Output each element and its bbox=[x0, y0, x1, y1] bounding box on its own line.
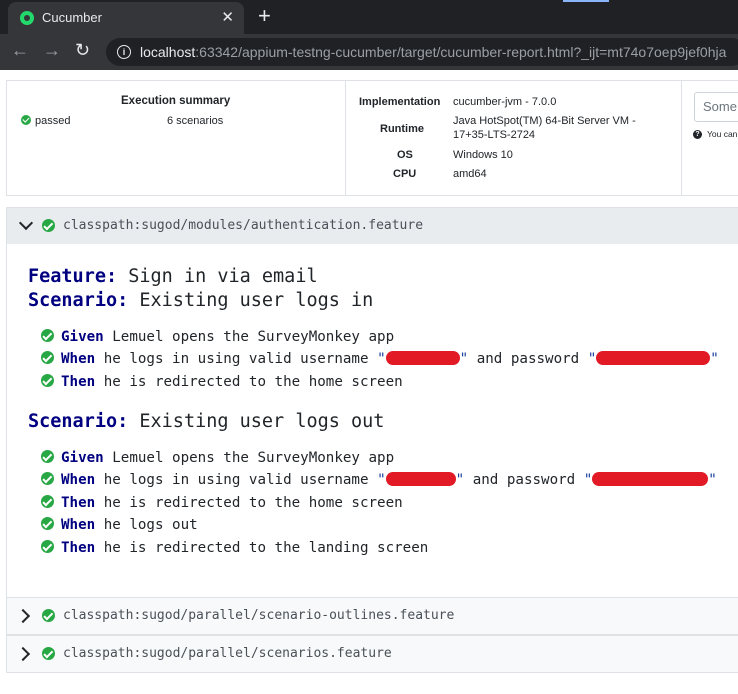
feature-panel-authentication: classpath:sugod/modules/authentication.f… bbox=[6, 207, 738, 599]
env-value-cpu: amd64 bbox=[453, 168, 487, 180]
column-divider bbox=[345, 81, 346, 195]
window-accent-bar bbox=[563, 0, 609, 2]
feature-path: classpath:sugod/modules/authentication.f… bbox=[63, 218, 424, 233]
tab-title: Cucumber bbox=[42, 10, 102, 25]
step: Given Lemuel opens the SurveyMonkey app bbox=[41, 450, 394, 466]
summary-status: passed bbox=[21, 115, 70, 127]
cucumber-favicon-icon bbox=[20, 11, 34, 25]
feature-path: classpath:sugod/parallel/scenarios.featu… bbox=[63, 646, 392, 661]
passed-check-icon bbox=[41, 472, 54, 485]
feature-header[interactable]: classpath:sugod/modules/authentication.f… bbox=[7, 208, 738, 244]
browser-toolbar: ← → ↻ i localhost:63342/appium-testng-cu… bbox=[0, 34, 738, 70]
env-label-os: OS bbox=[397, 149, 413, 161]
redacted-username bbox=[385, 351, 460, 365]
env-label-runtime: Runtime bbox=[380, 123, 424, 135]
step: When he logs in using valid username " " … bbox=[41, 351, 719, 367]
site-info-icon[interactable]: i bbox=[117, 45, 131, 59]
passed-check-icon bbox=[41, 540, 54, 553]
passed-check-icon bbox=[41, 517, 54, 530]
env-value-implementation: cucumber-jvm - 7.0.0 bbox=[453, 96, 557, 108]
search-help-text: You can bbox=[707, 129, 738, 139]
step: Then he is redirected to the home screen bbox=[41, 495, 403, 511]
redacted-password bbox=[596, 351, 711, 365]
step: When he logs in using valid username " " … bbox=[41, 472, 717, 488]
summary-title: Execution summary bbox=[121, 95, 231, 107]
feature-panel-scenario-outlines: classpath:sugod/parallel/scenario-outlin… bbox=[6, 597, 738, 635]
search-input[interactable]: Some bbox=[694, 92, 738, 122]
passed-check-icon bbox=[41, 351, 54, 364]
step: Then he is redirected to the home screen bbox=[41, 374, 403, 390]
passed-check-icon bbox=[42, 609, 55, 622]
column-divider bbox=[681, 81, 682, 195]
feature-header[interactable]: classpath:sugod/parallel/scenarios.featu… bbox=[7, 636, 738, 672]
step: When he logs out bbox=[41, 517, 198, 533]
redacted-password bbox=[592, 472, 709, 486]
close-tab-icon[interactable]: ✕ bbox=[221, 8, 234, 26]
new-tab-icon[interactable]: + bbox=[258, 4, 271, 28]
url-text: localhost:63342/appium-testng-cucumber/t… bbox=[140, 44, 727, 60]
chevron-right-icon[interactable] bbox=[15, 608, 31, 624]
passed-check-icon bbox=[41, 495, 54, 508]
forward-icon[interactable]: → bbox=[43, 40, 61, 61]
feature-path: classpath:sugod/parallel/scenario-outlin… bbox=[63, 608, 455, 623]
redacted-username bbox=[385, 472, 456, 486]
feature-title: Feature: Sign in via email bbox=[28, 266, 318, 287]
env-label-implementation: Implementation bbox=[359, 96, 441, 108]
address-bar[interactable]: i localhost:63342/appium-testng-cucumber… bbox=[106, 38, 738, 66]
search-placeholder: Some bbox=[703, 99, 737, 114]
passed-check-icon bbox=[21, 115, 31, 125]
passed-check-icon bbox=[42, 219, 55, 232]
feature-panel-scenarios: classpath:sugod/parallel/scenarios.featu… bbox=[6, 635, 738, 673]
passed-check-icon bbox=[41, 374, 54, 387]
back-icon[interactable]: ← bbox=[11, 40, 29, 61]
env-value-os: Windows 10 bbox=[453, 149, 513, 161]
question-icon: ? bbox=[693, 130, 702, 139]
passed-check-icon bbox=[41, 329, 54, 342]
browser-tab-strip: Cucumber ✕ + bbox=[0, 0, 738, 34]
scenario-title: Scenario: Existing user logs in bbox=[28, 290, 374, 311]
chevron-right-icon[interactable] bbox=[15, 646, 31, 662]
reload-icon[interactable]: ↻ bbox=[75, 40, 90, 61]
chevron-down-icon[interactable] bbox=[18, 215, 34, 231]
execution-summary-panel: Execution summary passed 6 scenarios Imp… bbox=[6, 80, 738, 196]
feature-header[interactable]: classpath:sugod/parallel/scenario-outlin… bbox=[7, 598, 738, 634]
env-label-cpu: CPU bbox=[393, 168, 417, 180]
scenario-title: Scenario: Existing user logs out bbox=[28, 411, 385, 432]
step: Given Lemuel opens the SurveyMonkey app bbox=[41, 329, 394, 345]
env-value-runtime: Java HotSpot(TM) 64-Bit Server VM - 17+3… bbox=[453, 115, 636, 141]
browser-tab[interactable]: Cucumber ✕ bbox=[8, 2, 244, 34]
scenario-count: 6 scenarios bbox=[167, 115, 224, 127]
step: Then he is redirected to the landing scr… bbox=[41, 540, 428, 556]
passed-check-icon bbox=[42, 647, 55, 660]
passed-check-icon bbox=[41, 450, 54, 463]
